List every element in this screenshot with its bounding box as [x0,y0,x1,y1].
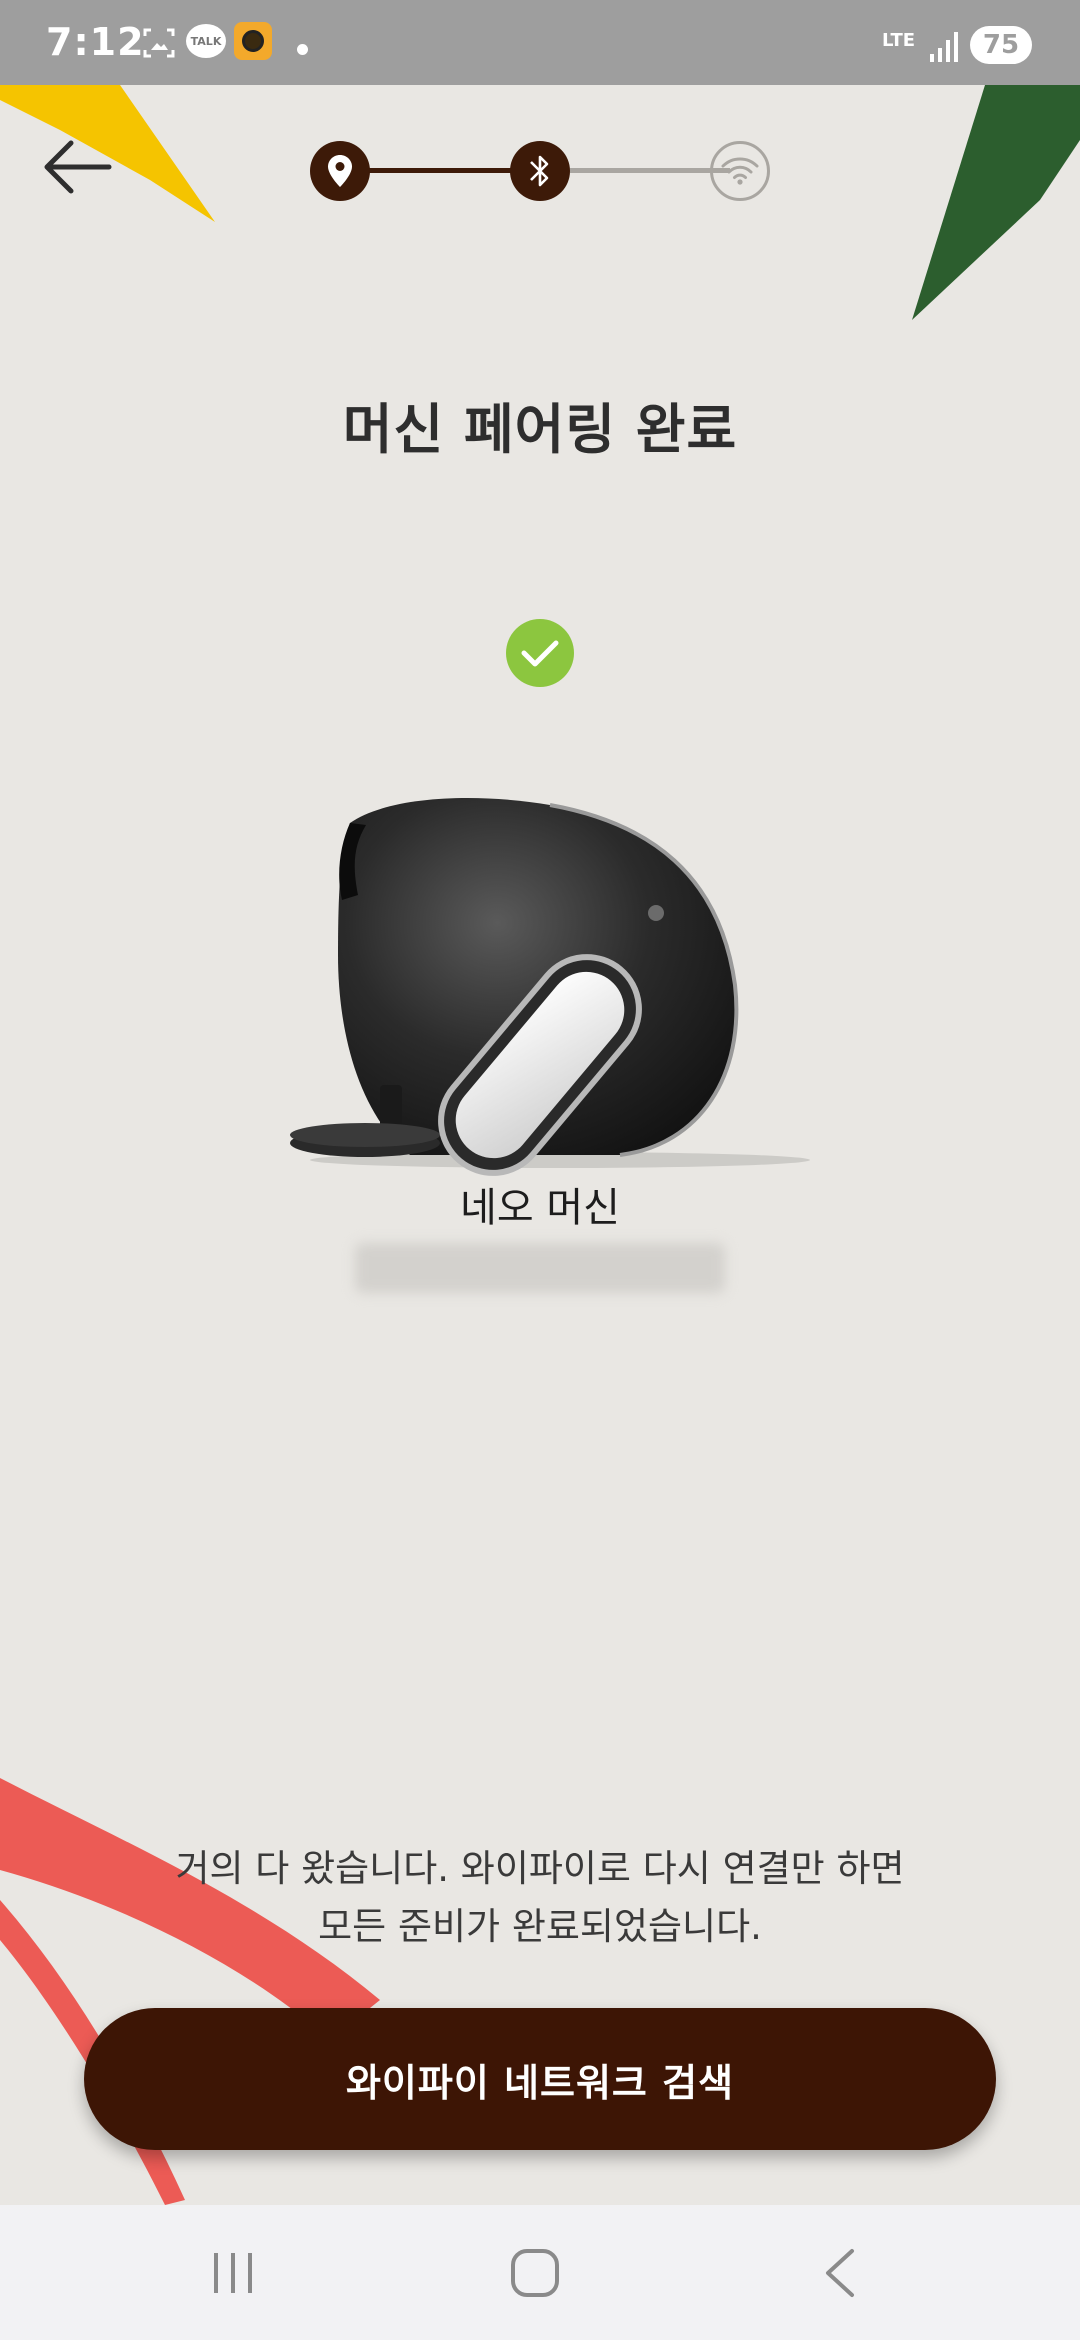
status-time: 7:12 [46,20,145,64]
step-bluetooth [510,141,570,201]
wifi-search-button[interactable]: 와이파이 네트워크 검색 [84,2008,996,2150]
progress-stepper [300,125,780,215]
battery-level: 75 [982,30,1020,60]
step-location [310,141,370,201]
pairing-complete-screen: 머신 페어링 완료 네오 머신 거의 다 왔습니다. 와이파이로 다시 연결만 … [0,85,1080,2205]
home-button[interactable] [495,2243,575,2303]
wifi-icon [721,157,759,185]
battery-icon: 75 [970,26,1032,64]
status-bar: 7:12 TALK LTE 75 [0,0,1080,85]
step-wifi [710,141,770,201]
bluetooth-icon [530,155,549,187]
coffee-machine-image [290,798,810,1176]
screenshot-icon [143,28,175,58]
notification-dot-icon [297,44,308,55]
info-message: 거의 다 왔습니다. 와이파이로 다시 연결만 하면 모든 준비가 완료되었습니… [0,1840,1080,1956]
back-button[interactable] [30,127,126,207]
system-nav-bar [0,2205,1080,2340]
info-line-2: 모든 준비가 완료되었습니다. [318,1905,762,1948]
info-line-1: 거의 다 왔습니다. 와이파이로 다시 연결만 하면 [175,1847,905,1890]
signal-icon [930,32,958,62]
location-pin-icon [328,155,352,187]
kakaotalk-icon: TALK [186,24,226,58]
stepper-line-pending [570,168,730,173]
camera-app-icon [234,22,272,60]
page-title: 머신 페어링 완료 [342,398,738,461]
system-back-button[interactable] [800,2243,880,2303]
recent-apps-icon [214,2253,252,2293]
arrow-left-icon [44,140,112,194]
lte-label: LTE [882,30,916,51]
machine-name: 네오 머신 [460,1185,620,1231]
back-icon [826,2249,854,2297]
talk-badge-text: TALK [190,34,222,48]
recent-apps-button[interactable] [193,2243,273,2303]
home-icon [511,2249,559,2297]
check-circle-icon [506,619,574,687]
machine-serial-redacted [355,1243,725,1293]
